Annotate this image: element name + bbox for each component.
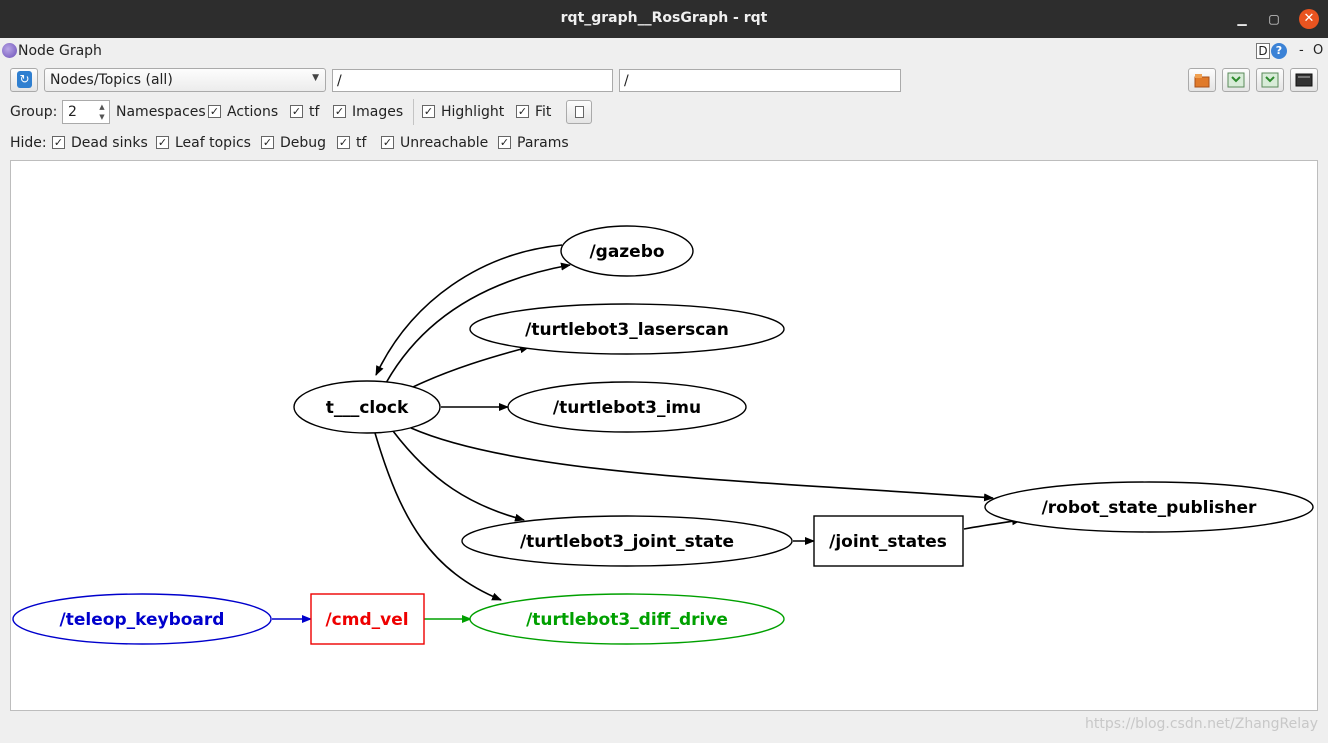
unreachable-label: Unreachable xyxy=(400,135,489,151)
debug-label: Debug xyxy=(280,135,327,151)
save-image-button[interactable] xyxy=(1290,68,1318,92)
highlight-checkbox[interactable]: ✓ xyxy=(422,105,435,118)
edge-clock-laserscan xyxy=(412,345,530,388)
node-diff-drive-label: /turtlebot3_diff_drive xyxy=(526,610,728,630)
node-filter-field[interactable] xyxy=(332,69,613,92)
graph-type-value: Nodes/Topics (all) xyxy=(50,72,173,88)
node-turtlebot3-joint-state[interactable]: /turtlebot3_joint_state xyxy=(461,515,793,567)
refresh-button[interactable]: ↻ xyxy=(10,68,38,92)
toolbar-divider xyxy=(413,99,414,125)
edge-clock-robot-state-publisher xyxy=(410,427,994,502)
topic-filter-input[interactable] xyxy=(620,70,900,91)
actions-checkbox[interactable]: ✓ xyxy=(208,105,221,118)
save-svg-button[interactable] xyxy=(1256,68,1284,92)
ros-graph[interactable]: /gazebo /turtlebot3_laserscan t___clock … xyxy=(11,161,1317,710)
plugin-close-button[interactable]: O xyxy=(1313,43,1323,58)
highlight-label: Highlight xyxy=(441,104,505,120)
close-icon[interactable]: ✕ xyxy=(1299,9,1319,29)
open-file-icon xyxy=(1194,74,1210,88)
screenshot-icon xyxy=(1295,73,1313,87)
watermark: https://blog.csdn.net/ZhangRelay xyxy=(1085,716,1319,732)
hide-tf-label: tf xyxy=(356,135,367,151)
params-checkbox[interactable]: ✓ xyxy=(498,136,511,149)
edge-clock-diff-drive xyxy=(374,432,502,601)
node-imu-label: /turtlebot3_imu xyxy=(553,398,701,418)
topic-joint-states-label: /joint_states xyxy=(829,532,947,552)
topic-cmd-vel[interactable]: /cmd_vel xyxy=(310,593,425,645)
dead-sinks-checkbox[interactable]: ✓ xyxy=(52,136,65,149)
node-filter-input[interactable] xyxy=(333,70,612,91)
topic-cmd-vel-label: /cmd_vel xyxy=(325,610,408,630)
group-spinbox[interactable]: 2 ▲ ▼ xyxy=(62,100,110,124)
node-gazebo[interactable]: /gazebo xyxy=(560,225,694,277)
node-teleop-keyboard-label: /teleop_keyboard xyxy=(60,610,225,630)
save-svg-icon xyxy=(1261,72,1279,88)
namespaces-label: Namespaces xyxy=(116,104,206,120)
graph-canvas[interactable]: /gazebo /turtlebot3_laserscan t___clock … xyxy=(10,160,1318,711)
node-robot-state-publisher[interactable]: /robot_state_publisher xyxy=(984,481,1314,533)
tf-label: tf xyxy=(309,104,320,120)
group-value: 2 xyxy=(68,104,77,120)
debug-checkbox[interactable]: ✓ xyxy=(261,136,274,149)
node-laserscan-label: /turtlebot3_laserscan xyxy=(525,320,729,340)
save-dot-button[interactable] xyxy=(1222,68,1250,92)
params-label: Params xyxy=(517,135,569,151)
plugin-minimize-button[interactable]: - xyxy=(1299,43,1304,58)
hide-tf-checkbox[interactable]: ✓ xyxy=(337,136,350,149)
images-checkbox[interactable]: ✓ xyxy=(333,105,346,118)
hide-label: Hide: xyxy=(10,135,47,151)
chevron-down-icon[interactable]: ▼ xyxy=(97,112,107,122)
node-clock-label: t___clock xyxy=(326,398,409,418)
topic-filter-field[interactable] xyxy=(619,69,901,92)
load-dot-button[interactable] xyxy=(1188,68,1216,92)
actions-label: Actions xyxy=(227,104,279,120)
node-turtlebot3-imu[interactable]: /turtlebot3_imu xyxy=(507,381,747,433)
topic-joint-states[interactable]: /joint_states xyxy=(813,515,964,567)
plugin-title: Node Graph xyxy=(18,43,102,59)
node-turtlebot3-laserscan[interactable]: /turtlebot3_laserscan xyxy=(469,303,785,355)
graph-type-select[interactable]: Nodes/Topics (all) ▼ xyxy=(44,68,326,92)
node-robot-state-publisher-label: /robot_state_publisher xyxy=(1042,498,1257,518)
tf-checkbox[interactable]: ✓ xyxy=(290,105,303,118)
node-gazebo-label: /gazebo xyxy=(589,242,664,262)
plugin-header: Node Graph xyxy=(0,40,1328,62)
unreachable-checkbox[interactable]: ✓ xyxy=(381,136,394,149)
save-dot-icon xyxy=(1227,72,1245,88)
fit-checkbox[interactable]: ✓ xyxy=(516,105,529,118)
leaf-topics-label: Leaf topics xyxy=(175,135,251,151)
node-turtlebot3-diff-drive[interactable]: /turtlebot3_diff_drive xyxy=(469,593,785,645)
dead-sinks-label: Dead sinks xyxy=(71,135,148,151)
minimize-icon[interactable]: ▁ xyxy=(1232,9,1252,29)
dock-help-button[interactable]: D xyxy=(1256,43,1270,59)
refresh-icon: ↻ xyxy=(17,71,32,88)
chevron-up-icon[interactable]: ▲ xyxy=(97,102,107,112)
node-clock[interactable]: t___clock xyxy=(293,380,441,434)
fit-in-view-button[interactable] xyxy=(566,100,592,124)
node-graph-icon xyxy=(2,43,17,58)
group-label: Group: xyxy=(10,104,58,120)
help-icon[interactable]: ? xyxy=(1271,43,1287,59)
window-title: rqt_graph__RosGraph - rqt xyxy=(560,10,768,26)
window-titlebar: rqt_graph__RosGraph - rqt ▁ ▢ ✕ xyxy=(0,0,1328,38)
fit-view-icon xyxy=(575,106,584,118)
chevron-down-icon: ▼ xyxy=(312,73,319,83)
fit-label: Fit xyxy=(535,104,552,120)
node-joint-state-label: /turtlebot3_joint_state xyxy=(520,532,734,552)
maximize-icon[interactable]: ▢ xyxy=(1264,9,1284,29)
node-teleop-keyboard[interactable]: /teleop_keyboard xyxy=(12,593,272,645)
leaf-topics-checkbox[interactable]: ✓ xyxy=(156,136,169,149)
images-label: Images xyxy=(352,104,404,120)
